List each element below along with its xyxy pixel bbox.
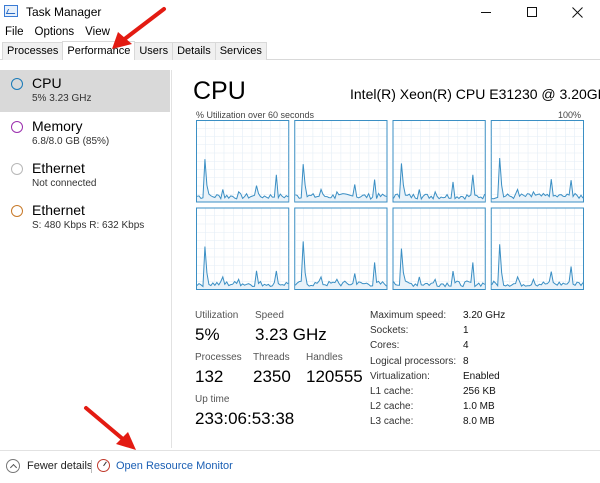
speed-value: 3.23 GHz <box>255 325 327 344</box>
menu-view[interactable]: View <box>80 24 116 42</box>
spec-value: 4 <box>463 340 469 352</box>
sidebar-item-ethernet-2[interactable]: Ethernet S: 480 Kbps R: 632 Kbps <box>0 197 170 239</box>
speed-stat: Speed 3.23 GHz <box>255 310 327 345</box>
processes-label: Processes <box>195 352 242 363</box>
uptime-stat: Up time 233:06:53:38 <box>195 394 294 429</box>
uptime-label: Up time <box>195 394 230 405</box>
spec-label: L2 cache: <box>370 401 414 413</box>
maximize-button[interactable] <box>509 0 555 24</box>
memory-indicator-icon <box>11 121 23 133</box>
cpu-core-graph <box>392 207 486 290</box>
sidebar-item-title: CPU <box>32 75 62 91</box>
tab-processes[interactable]: Processes <box>2 42 64 60</box>
cpu-spec-values: 3.20 GHz 1 4 8 Enabled 256 KB 1.0 MB 8.0… <box>463 308 505 430</box>
sidebar-item-subtitle: S: 480 Kbps R: 632 Kbps <box>32 220 145 231</box>
spec-value: 256 KB <box>463 386 496 398</box>
spec-value: Enabled <box>463 370 500 382</box>
page-title: CPU <box>193 77 246 105</box>
utilization-value: 5% <box>195 325 220 344</box>
cpu-core-graph <box>196 207 290 290</box>
sidebar-item-title: Memory <box>32 118 83 134</box>
open-resource-monitor-link[interactable]: Open Resource Monitor <box>97 459 233 472</box>
utilization-label: Utilization <box>195 310 239 321</box>
cpu-core-graph <box>294 120 388 203</box>
handles-value: 120555 <box>306 367 363 386</box>
cpu-spec-labels: Maximum speed: Sockets: Cores: Logical p… <box>370 308 456 430</box>
sidebar-item-subtitle: Not connected <box>32 178 97 189</box>
spec-value: 3.20 GHz <box>463 310 506 321</box>
processes-stat: Processes 132 <box>195 352 242 387</box>
cpu-indicator-icon <box>11 78 23 90</box>
spec-label: L3 cache: <box>370 416 414 428</box>
menu-options[interactable]: Options <box>30 24 81 42</box>
tab-bar: Processes Performance Users Details Serv… <box>0 41 600 60</box>
sidebar-item-cpu[interactable]: CPU 5% 3.23 GHz <box>0 70 170 112</box>
tab-details[interactable]: Details <box>172 42 216 60</box>
speed-label: Speed <box>255 310 284 321</box>
sidebar-item-ethernet-1[interactable]: Ethernet Not connected <box>0 155 170 197</box>
tab-services[interactable]: Services <box>214 42 267 60</box>
utilization-stat: Utilization 5% <box>195 310 238 345</box>
open-resource-monitor-label: Open Resource Monitor <box>116 459 233 472</box>
spec-label: L1 cache: <box>370 386 414 398</box>
tab-users[interactable]: Users <box>134 42 174 60</box>
ethernet-indicator-icon <box>11 163 23 175</box>
threads-label: Threads <box>253 352 290 363</box>
cpu-core-graph <box>294 207 388 290</box>
spec-label: Maximum speed: <box>370 310 447 321</box>
sidebar-item-title: Ethernet <box>32 202 85 218</box>
spec-label: Logical processors: <box>370 355 457 367</box>
sidebar-item-title: Ethernet <box>32 160 85 176</box>
sidebar-item-memory[interactable]: Memory 6.8/8.0 GB (85%) <box>0 113 170 155</box>
handles-stat: Handles 120555 <box>306 352 363 387</box>
tab-performance[interactable]: Performance <box>62 41 136 60</box>
spec-label: Sockets: <box>370 325 409 337</box>
ethernet-indicator-icon <box>11 205 23 217</box>
fewer-details-button[interactable]: Fewer details <box>6 459 92 473</box>
processes-value: 132 <box>195 367 224 386</box>
spec-value: 8 <box>463 355 469 367</box>
cpu-core-graph <box>196 120 290 203</box>
footer-bar: Fewer details Open Resource Monitor <box>0 450 600 483</box>
title-bar: Task Manager <box>0 0 600 24</box>
performance-sidebar: CPU 5% 3.23 GHz Memory 6.8/8.0 GB (85%) … <box>0 70 172 448</box>
spec-label: Virtualization: <box>370 370 430 382</box>
task-manager-icon <box>4 5 18 17</box>
maximize-icon <box>527 7 537 17</box>
cpu-utilization-graphs <box>196 120 584 290</box>
uptime-value: 233:06:53:38 <box>195 409 295 428</box>
chevron-up-icon <box>6 459 20 473</box>
cpu-core-graph <box>490 207 584 290</box>
close-icon <box>571 6 583 18</box>
cpu-detail-panel: CPU Intel(R) Xeon(R) CPU E31230 @ 3.20GH… <box>180 60 600 450</box>
handles-label: Handles <box>306 352 343 363</box>
menu-bar: File Options View <box>0 24 116 42</box>
cpu-model-name: Intel(R) Xeon(R) CPU E31230 @ 3.20GHz <box>350 86 600 102</box>
threads-value: 2350 <box>253 367 291 386</box>
menu-file[interactable]: File <box>0 24 30 42</box>
window-title: Task Manager <box>26 5 102 19</box>
cpu-core-graph <box>490 120 584 203</box>
spec-value: 1.0 MB <box>463 401 495 413</box>
cpu-core-graph <box>392 120 486 203</box>
minimize-button[interactable] <box>463 0 509 24</box>
close-button[interactable] <box>554 0 600 24</box>
threads-stat: Threads 2350 <box>253 352 291 387</box>
sidebar-item-subtitle: 6.8/8.0 GB (85%) <box>32 136 110 147</box>
resource-monitor-icon <box>97 459 110 472</box>
fewer-details-label: Fewer details <box>27 460 93 472</box>
spec-value: 1 <box>463 325 469 337</box>
footer-divider <box>91 460 92 473</box>
spec-value: 8.0 MB <box>463 416 495 428</box>
graph-max-label: 100% <box>558 110 582 120</box>
graph-label: % Utilization over 60 seconds <box>196 110 315 120</box>
sidebar-item-subtitle: 5% 3.23 GHz <box>32 93 92 104</box>
minimize-icon <box>481 11 491 13</box>
spec-label: Cores: <box>370 340 400 352</box>
